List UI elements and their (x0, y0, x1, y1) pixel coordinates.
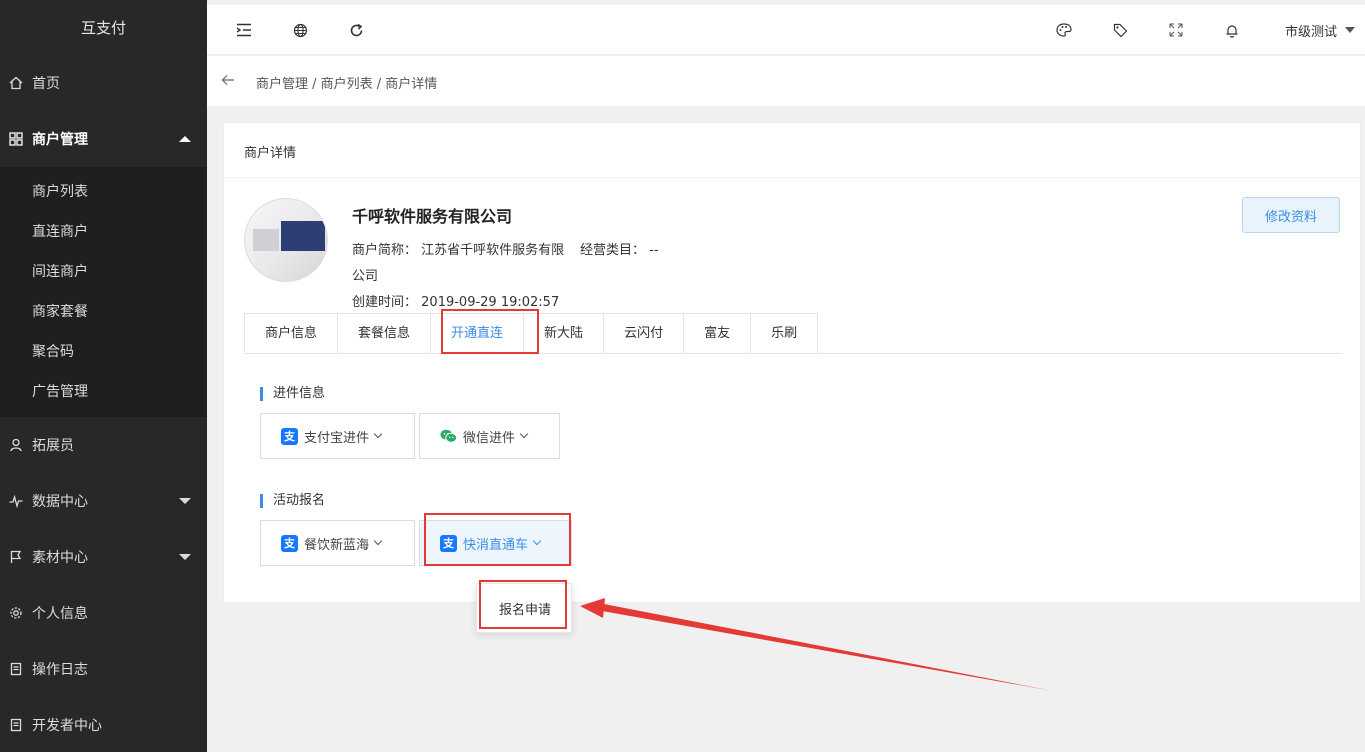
submenu-item-aggregate-code[interactable]: 聚合码 (32, 342, 74, 362)
bell-icon[interactable] (1222, 20, 1242, 40)
sidebar-item-merchant-management[interactable]: 商户管理 (0, 111, 207, 167)
section-title-activity: 活动报名 (260, 494, 325, 508)
category-label: 经营类目： (580, 243, 646, 258)
person-icon (8, 437, 24, 453)
grid-icon (8, 131, 24, 147)
tag-icon[interactable] (1110, 20, 1130, 40)
sidebar-item-label: 操作日志 (32, 662, 88, 678)
catering-blue-ocean-dropdown[interactable]: 支 餐饮新蓝海 (260, 520, 415, 566)
gear-icon (8, 605, 24, 621)
home-icon (8, 75, 24, 91)
category-line: 经营类目： -- (580, 239, 659, 258)
user-menu[interactable]: 市级测试 (1285, 21, 1337, 40)
submenu-item-merchant-list[interactable]: 商户列表 (32, 182, 88, 202)
breadcrumb: 商户管理 / 商户列表 / 商户详情 (256, 77, 438, 92)
created-value: 2019-09-29 19:02:57 (421, 295, 560, 310)
alipay-icon: 支 (281, 534, 298, 552)
caret-up-icon (179, 136, 191, 142)
chevron-down-icon (373, 536, 383, 546)
chevron-down-icon (373, 429, 383, 439)
tabs-underline (244, 353, 1342, 354)
submenu-item-ad-management[interactable]: 广告管理 (32, 382, 88, 402)
sidebar-item-personal-info[interactable]: 个人信息 (0, 585, 207, 641)
flag-icon (8, 549, 24, 565)
sidebar-item-label: 素材中心 (32, 550, 88, 566)
caret-down-icon[interactable] (1345, 27, 1355, 33)
dropdown-label: 微信进件 (463, 430, 516, 446)
submenu-item-indirect-merchant[interactable]: 间连商户 (32, 262, 88, 282)
card-title: 商户详情 (244, 146, 297, 161)
sidebar-item-home[interactable]: 首页 (0, 55, 207, 111)
globe-icon[interactable] (290, 20, 310, 40)
caret-down-icon (179, 498, 191, 504)
sidebar: 互支付 首页 商户管理 商户列表 直连商户 间连商户 商家套餐 聚合码 广告管理… (0, 0, 207, 752)
refresh-icon[interactable] (346, 20, 366, 40)
tab-leshua[interactable]: 乐刷 (751, 314, 819, 354)
sidebar-item-label: 商户管理 (32, 132, 88, 148)
section-title-onboarding: 进件信息 (260, 387, 325, 401)
menu-fold-icon[interactable] (234, 20, 254, 40)
tab-fuiou[interactable]: 富友 (684, 314, 752, 354)
pulse-icon (8, 493, 24, 509)
created-time-line: 创建时间： 2019-09-29 19:02:57 (352, 291, 559, 310)
sidebar-item-data-center[interactable]: 数据中心 (0, 473, 207, 529)
dropdown-label: 餐饮新蓝海 (304, 537, 370, 553)
sidebar-item-material-center[interactable]: 素材中心 (0, 529, 207, 585)
tab-unionpay-quickpass[interactable]: 云闪付 (604, 314, 685, 354)
merchant-avatar (244, 198, 328, 282)
submenu-item-direct-merchant[interactable]: 直连商户 (32, 222, 88, 242)
alipay-onboarding-dropdown[interactable]: 支 支付宝进件 (260, 413, 415, 459)
app-logo-title: 互支付 (80, 19, 126, 37)
short-name-label: 商户简称： (352, 243, 418, 258)
alipay-icon: 支 (281, 427, 298, 445)
document-icon (8, 717, 24, 733)
sidebar-item-developer-center[interactable]: 开发者中心 (0, 697, 207, 752)
wechat-icon (440, 428, 457, 445)
short-name-line: 商户简称： 江苏省千呼软件服务有限 (352, 239, 564, 258)
back-arrow-icon[interactable] (221, 72, 235, 90)
company-name: 千呼软件服务有限公司 (352, 207, 513, 226)
sidebar-item-label: 个人信息 (32, 606, 88, 622)
sidebar-submenu: 商户列表 直连商户 间连商户 商家套餐 聚合码 广告管理 (0, 167, 207, 417)
submenu-item-merchant-package[interactable]: 商家套餐 (32, 302, 88, 322)
tab-package-info[interactable]: 套餐信息 (338, 314, 432, 354)
sidebar-item-label: 数据中心 (32, 494, 88, 510)
fullscreen-icon[interactable] (1166, 20, 1186, 40)
chevron-down-icon (519, 429, 529, 439)
sidebar-item-label: 首页 (32, 76, 60, 92)
sidebar-item-label: 开发者中心 (32, 718, 102, 734)
document-icon (8, 661, 24, 677)
breadcrumb-bar: 商户管理 / 商户列表 / 商户详情 (207, 56, 1365, 106)
top-header: 市级测试 (207, 5, 1365, 55)
edit-profile-button[interactable]: 修改资料 (1242, 197, 1340, 233)
dropdown-label: 支付宝进件 (304, 430, 370, 446)
divider (224, 177, 1360, 178)
sidebar-item-operation-log[interactable]: 操作日志 (0, 641, 207, 697)
merchant-detail-card: 商户详情 千呼软件服务有限公司 商户简称： 江苏省千呼软件服务有限 经营类目： … (223, 122, 1361, 603)
annotation-highlight-menu-item (479, 580, 567, 629)
wechat-onboarding-dropdown[interactable]: 微信进件 (419, 413, 560, 459)
annotation-highlight-tab (441, 309, 539, 354)
sidebar-item-expander[interactable]: 拓展员 (0, 417, 207, 473)
sidebar-item-label: 拓展员 (32, 438, 74, 454)
palette-icon[interactable] (1054, 20, 1074, 40)
short-name-value: 江苏省千呼软件服务有限 (421, 243, 565, 258)
category-value: -- (649, 243, 659, 258)
caret-down-icon (179, 554, 191, 560)
tab-merchant-info[interactable]: 商户信息 (245, 314, 339, 354)
short-name-tail: 公司 (352, 269, 379, 284)
created-label: 创建时间： (352, 295, 418, 310)
annotation-highlight-dropdown (424, 513, 571, 566)
